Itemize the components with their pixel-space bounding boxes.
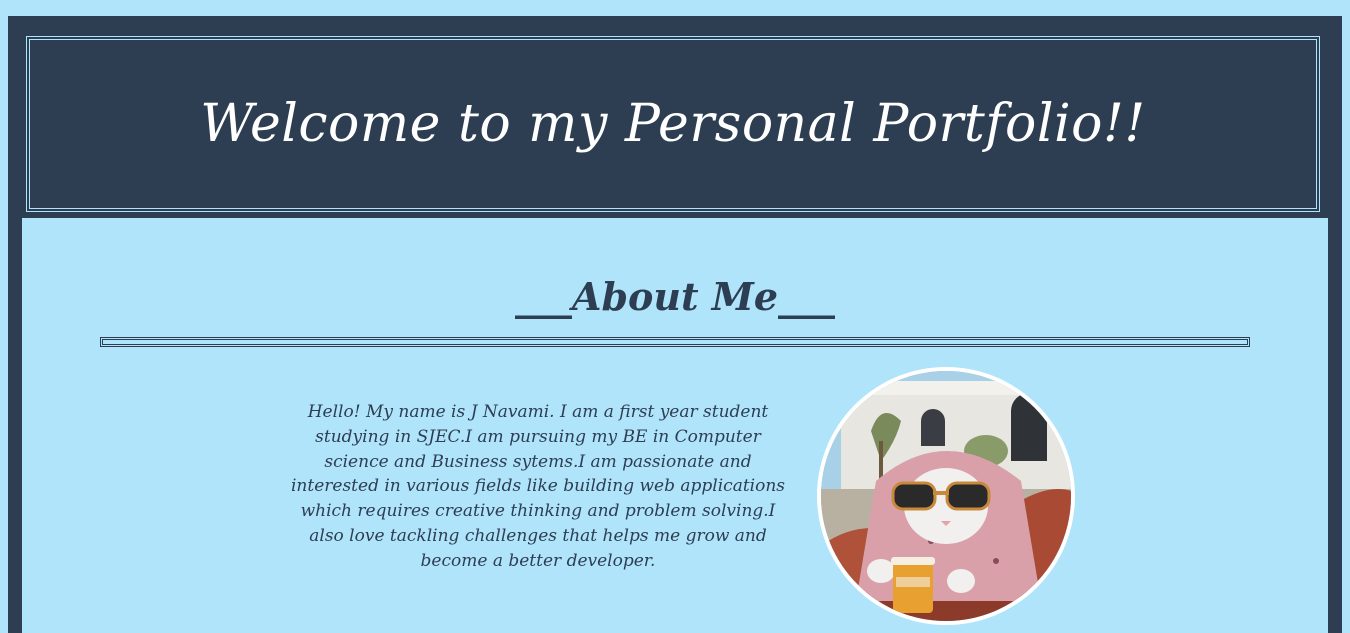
- site-header: Welcome to my Personal Portfolio!!: [22, 30, 1328, 218]
- page-frame: Welcome to my Personal Portfolio!! ___Ab…: [0, 0, 1350, 633]
- site-title: Welcome to my Personal Portfolio!!: [200, 94, 1146, 154]
- about-bio-text: Hello! My name is J Navami. I am a first…: [290, 402, 786, 571]
- about-heading: ___About Me___: [514, 274, 836, 319]
- header-inner-border: Welcome to my Personal Portfolio!!: [26, 36, 1320, 212]
- section-divider: [100, 337, 1250, 347]
- profile-photo-image: [821, 371, 1071, 621]
- profile-photo: [817, 367, 1075, 625]
